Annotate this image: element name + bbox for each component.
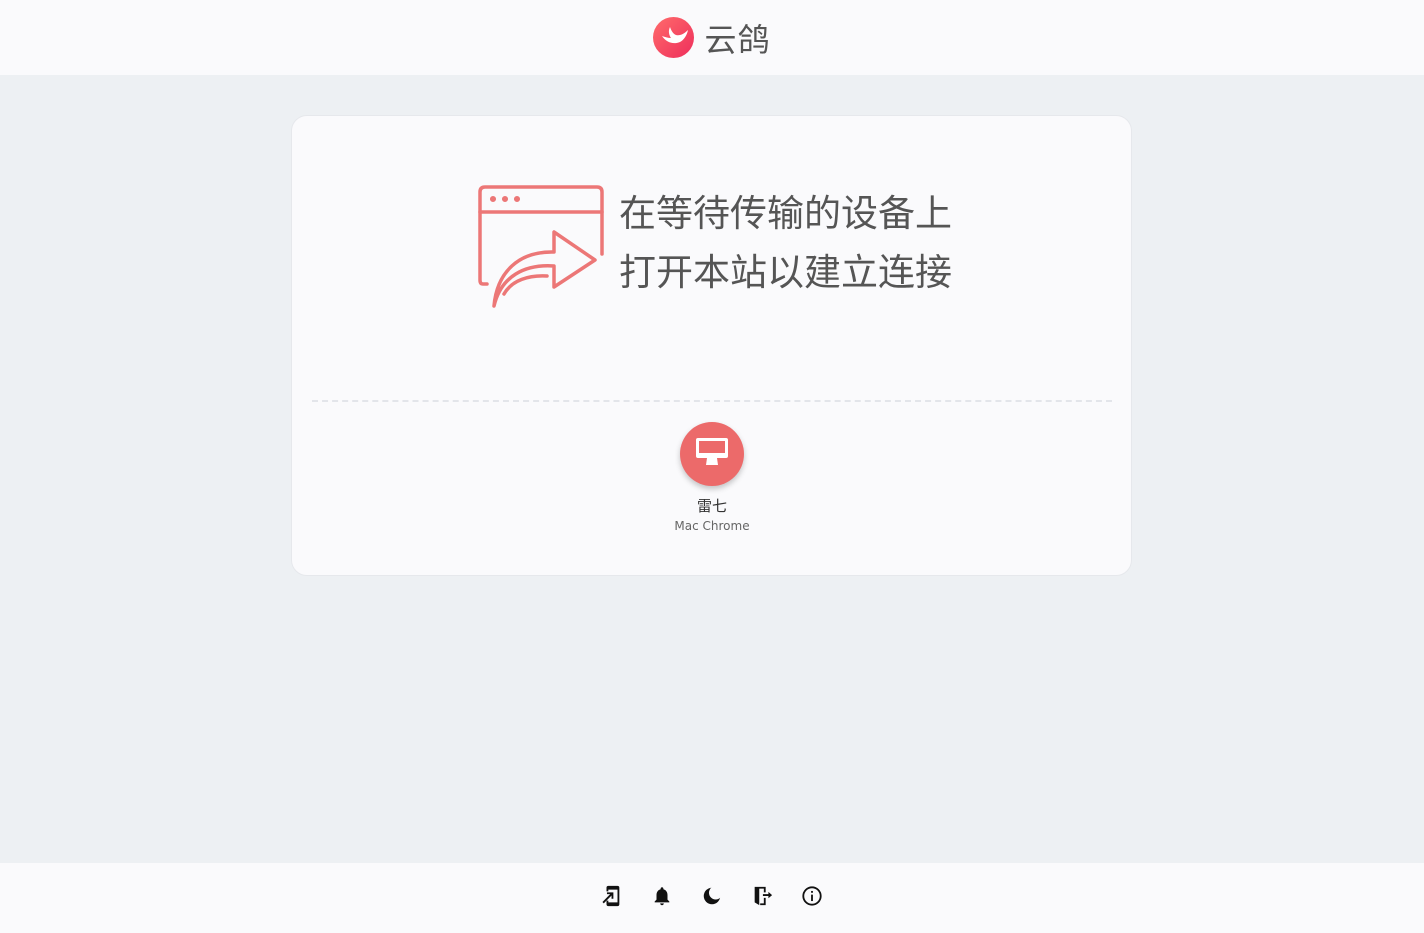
- pair-device-icon: [601, 885, 623, 911]
- pigeon-logo-icon: [653, 17, 695, 58]
- info-icon: [801, 885, 823, 911]
- moon-icon: [701, 885, 723, 911]
- hero-text: 在等待传输的设备上 打开本站以建立连接: [619, 184, 959, 302]
- browser-share-icon: [477, 184, 605, 310]
- notifications-button[interactable]: [650, 886, 674, 910]
- device-avatar[interactable]: [680, 422, 744, 486]
- bell-icon: [651, 885, 673, 911]
- desktop-monitor-icon: [694, 434, 730, 474]
- logout-button[interactable]: [750, 886, 774, 910]
- dark-mode-button[interactable]: [700, 886, 724, 910]
- hero-line-1: 在等待传输的设备上: [619, 192, 952, 235]
- device-name: 雷七: [696, 497, 727, 515]
- brand-name: 云鸽: [704, 20, 771, 59]
- divider: [312, 400, 1112, 402]
- app-footer: [0, 863, 1424, 933]
- main-card: 在等待传输的设备上 打开本站以建立连接 雷七 Mac Chrome: [291, 115, 1132, 576]
- about-button[interactable]: [800, 886, 824, 910]
- pair-device-button[interactable]: [600, 885, 624, 911]
- hero-line-2: 打开本站以建立连接: [619, 251, 952, 294]
- brand[interactable]: 云鸽: [653, 15, 770, 61]
- app-header: 云鸽: [0, 0, 1424, 75]
- device-description: Mac Chrome: [674, 519, 750, 533]
- logout-door-icon: [751, 885, 773, 911]
- device-item[interactable]: 雷七 Mac Chrome: [662, 422, 762, 534]
- hero: 在等待传输的设备上 打开本站以建立连接: [477, 184, 957, 314]
